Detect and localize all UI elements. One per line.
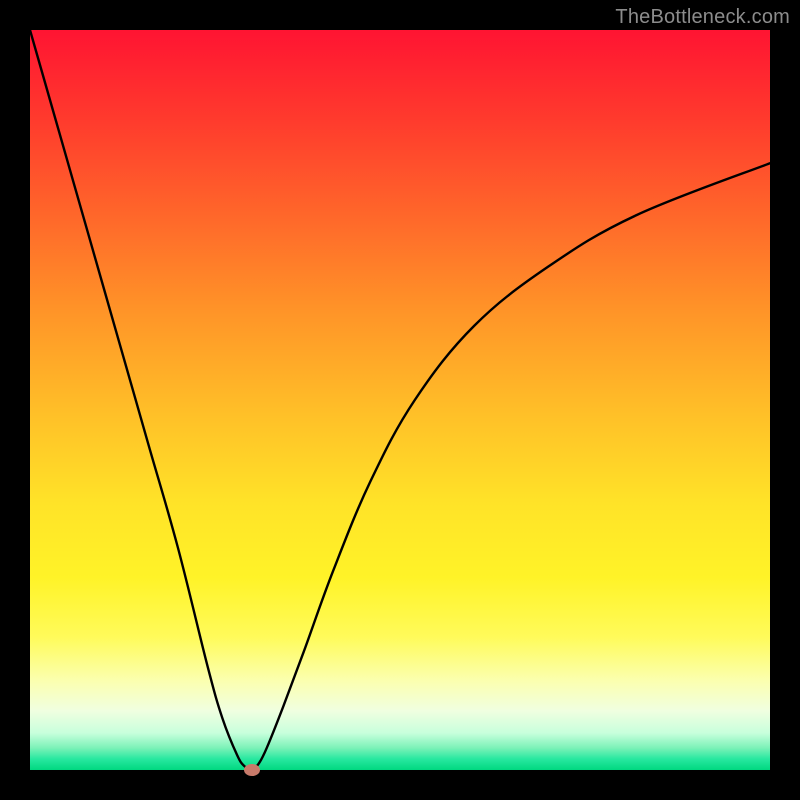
watermark-text: TheBottleneck.com xyxy=(615,6,790,29)
curve-svg xyxy=(30,30,770,770)
minimum-marker xyxy=(244,764,260,776)
plot-area xyxy=(30,30,770,770)
bottleneck-curve-path xyxy=(30,30,770,770)
bottleneck-chart: TheBottleneck.com xyxy=(0,0,800,800)
